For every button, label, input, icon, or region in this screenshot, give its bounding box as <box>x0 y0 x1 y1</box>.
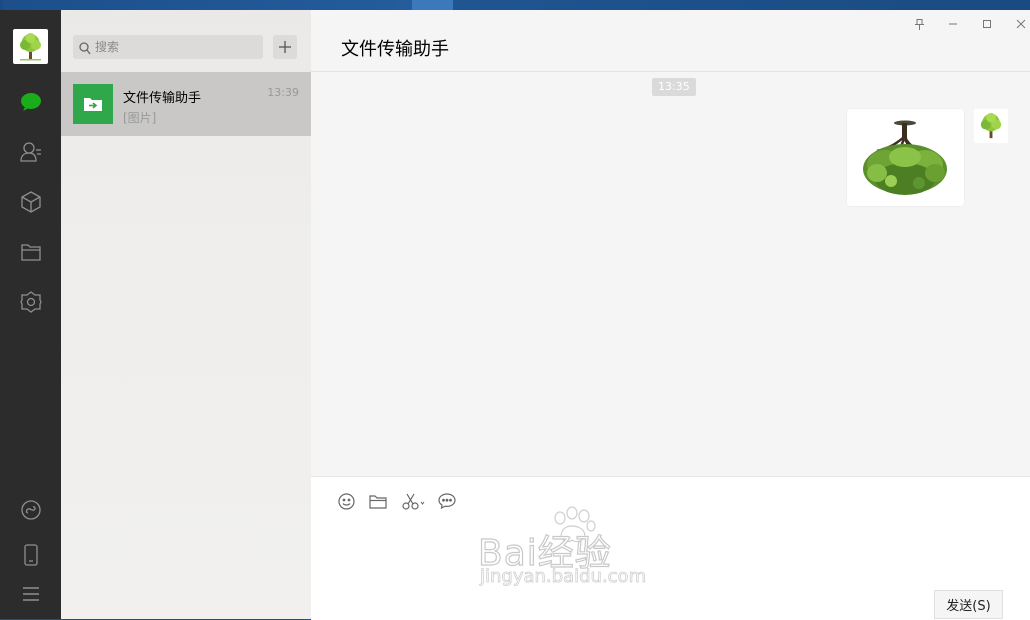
desktop-background <box>0 0 1030 10</box>
search-box[interactable] <box>73 35 263 59</box>
menu-icon[interactable] <box>19 582 43 606</box>
mini-program-icon[interactable] <box>19 498 43 522</box>
left-nav <box>0 10 61 619</box>
chat-bubble-icon[interactable] <box>436 490 458 512</box>
conversation-name: 文件传输助手 <box>123 91 202 106</box>
phone-icon[interactable] <box>19 543 43 567</box>
scissors-icon[interactable] <box>401 490 427 512</box>
file-transfer-icon <box>73 84 113 124</box>
folder-icon[interactable] <box>19 240 43 264</box>
plus-icon <box>279 41 291 53</box>
message-input[interactable] <box>335 519 1009 593</box>
folder-icon[interactable] <box>367 490 389 512</box>
emoji-icon[interactable] <box>335 490 357 512</box>
chat-title: 文件传输助手 <box>341 39 449 60</box>
image-message[interactable] <box>847 109 964 206</box>
message-input-area: 发送(S) <box>311 476 1030 620</box>
tree-avatar-image <box>20 33 41 61</box>
contacts-icon[interactable] <box>19 140 43 164</box>
search-input[interactable] <box>95 35 255 59</box>
close-icon[interactable] <box>1011 16 1030 32</box>
settings-hex-icon[interactable] <box>19 290 43 314</box>
message-area: 13:35 <box>311 72 1030 476</box>
sender-avatar[interactable] <box>974 109 1008 143</box>
chat-header: 文件传输助手 <box>311 10 1030 72</box>
tree-photo <box>847 109 964 206</box>
conversation-preview: [图片] <box>123 111 157 125</box>
add-chat-button[interactable] <box>273 35 297 59</box>
conversation-item-file-transfer[interactable]: 文件传输助手 [图片] 13:39 <box>61 72 311 136</box>
search-icon <box>79 40 91 59</box>
send-button[interactable]: 发送(S) <box>934 590 1003 619</box>
chat-window: 文件传输助手 13:35 发送(S) <box>311 10 1030 620</box>
tree-avatar-image <box>980 112 1002 139</box>
box-icon[interactable] <box>19 190 43 214</box>
conversation-list-panel: 文件传输助手 [图片] 13:39 <box>61 10 311 619</box>
message-timestamp: 13:35 <box>652 78 696 96</box>
chat-icon[interactable] <box>19 90 43 114</box>
user-avatar[interactable] <box>13 29 48 64</box>
conversation-time: 13:39 <box>267 86 299 99</box>
minimize-icon[interactable] <box>943 16 963 32</box>
pin-icon[interactable] <box>909 16 929 32</box>
maximize-icon[interactable] <box>977 16 997 32</box>
